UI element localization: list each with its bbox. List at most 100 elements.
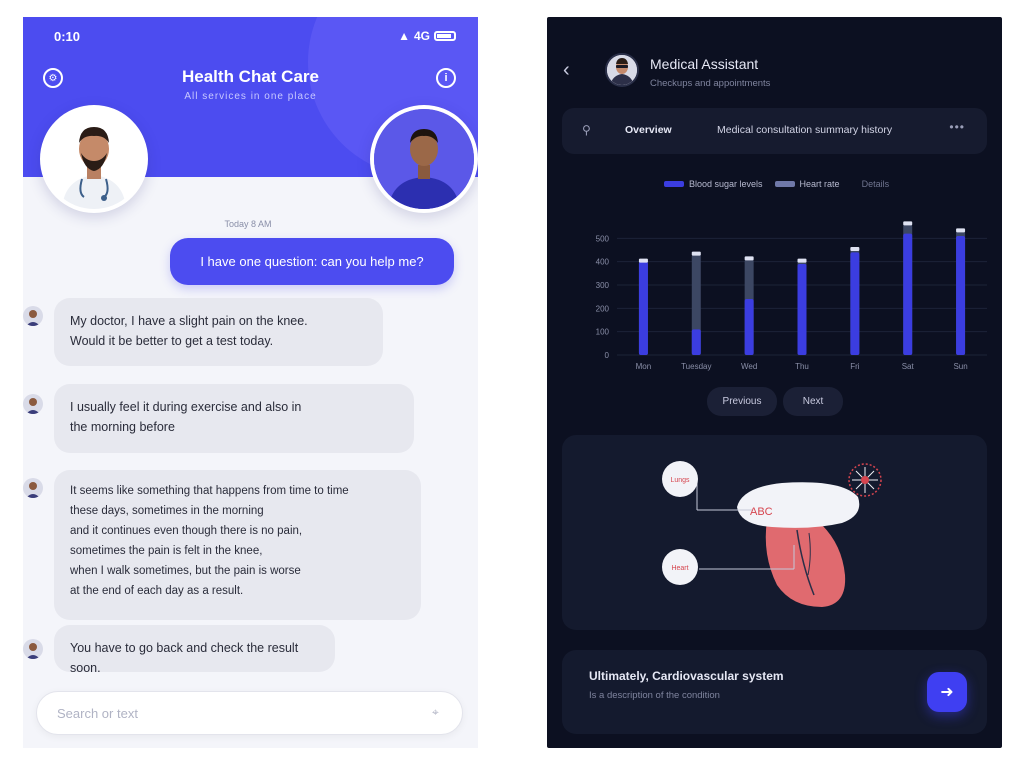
incoming-message[interactable]: My doctor, I have a slight pain on the k… <box>54 298 383 366</box>
avatar-icon <box>23 394 43 414</box>
message-line: when I walk sometimes, but the pain is w… <box>70 565 301 577</box>
avatar-icon <box>23 478 43 498</box>
message-avatar <box>23 478 43 498</box>
tab-bar: ⚲ Overview Medical consultation summary … <box>562 108 987 154</box>
incoming-message[interactable]: You have to go back and check the result… <box>54 625 335 675</box>
message-line: It seems like something that happens fro… <box>70 485 349 497</box>
legend-label: Heart rate <box>799 179 840 189</box>
message-avatar <box>23 394 43 414</box>
incoming-message[interactable]: It seems like something that happens fro… <box>54 470 421 620</box>
anatomy-center-label: ABC <box>750 506 773 518</box>
message-avatar <box>23 639 43 659</box>
send-icon[interactable]: ⌖ <box>432 705 448 721</box>
patient-avatar[interactable] <box>370 105 478 213</box>
x-tick-label: Thu <box>795 362 809 371</box>
avatar-icon <box>23 306 43 326</box>
x-tick-label: Tuesday <box>681 362 711 371</box>
bar-blood-sugar <box>744 299 754 355</box>
anatomy-card: ABC Lungs Heart <box>562 435 987 630</box>
summary-subtitle: Is a description of the condition <box>589 690 720 701</box>
bar-blood-sugar <box>903 233 913 355</box>
bar-blood-sugar <box>691 329 701 355</box>
message-avatar <box>23 306 43 326</box>
y-tick-label: 300 <box>596 281 610 290</box>
chart-legend: Blood sugar levels Heart rate Details <box>664 178 889 190</box>
message-input-bar[interactable]: ⌖ <box>36 691 463 735</box>
legend-label: Blood sugar levels <box>689 179 763 189</box>
legend-item[interactable]: Blood sugar levels <box>664 179 763 189</box>
message-line: Would it be better to get a test today. <box>70 334 274 348</box>
legend-swatch <box>664 181 684 187</box>
status-time: 0:10 <box>54 29 81 44</box>
x-tick-label: Sat <box>902 362 915 371</box>
filter-icon[interactable]: ⚲ <box>582 123 591 137</box>
tab-overview[interactable]: Overview <box>625 124 672 136</box>
y-tick-label: 0 <box>605 351 610 360</box>
bar-cap <box>903 221 913 226</box>
heart-label: Heart <box>671 565 688 572</box>
avatar-icon <box>23 639 43 659</box>
anatomy-illustration: ABC Lungs Heart <box>662 461 882 607</box>
lungs-label: Lungs <box>670 477 690 484</box>
x-tick-label: Mon <box>636 362 652 371</box>
contact-illustration <box>607 55 637 85</box>
summary-title: Ultimately, Cardiovascular system <box>589 669 784 683</box>
doctor-avatar[interactable] <box>40 105 148 213</box>
back-chevron-icon[interactable]: ‹ <box>563 59 570 82</box>
signal-icon: ▲ <box>398 29 410 43</box>
date-label: Today 8 AM <box>224 219 272 229</box>
y-tick-label: 500 <box>596 234 610 243</box>
previous-button[interactable]: Previous <box>707 387 777 416</box>
outgoing-message[interactable]: I have one question: can you help me? <box>170 238 454 285</box>
x-tick-label: Fri <box>850 362 860 371</box>
legend-item[interactable]: Heart rate <box>774 179 840 189</box>
bar-cap <box>691 251 701 256</box>
next-button[interactable]: Next <box>783 387 843 416</box>
legend-swatch <box>774 181 795 187</box>
message-line: You have to go back and check the result… <box>70 641 299 675</box>
contact-subtitle: Checkups and appointments <box>650 78 771 89</box>
message-line: at the end of each day as a result. <box>70 585 244 597</box>
more-icon[interactable]: ••• <box>949 120 965 134</box>
bar-cap <box>956 228 966 233</box>
y-tick-label: 100 <box>596 328 610 337</box>
message-line: sometimes the pain is felt in the knee, <box>70 545 263 557</box>
contact-name: Medical Assistant <box>650 56 759 72</box>
patient-illustration <box>374 109 474 209</box>
network-label: 4G <box>413 29 430 43</box>
bar-cap <box>638 258 648 263</box>
arrow-icon: ➜ <box>940 684 954 701</box>
message-line: My doctor, I have a slight pain on the k… <box>70 314 308 328</box>
message-line: I usually feel it during exercise and al… <box>70 400 302 414</box>
bar-cap <box>850 247 860 251</box>
summary-card[interactable]: Ultimately, Cardiovascular system Is a d… <box>562 650 987 734</box>
open-button[interactable]: ➜ <box>927 672 967 712</box>
legend-extra[interactable]: Details <box>862 179 890 189</box>
x-tick-label: Sun <box>953 362 967 371</box>
header-subtitle: All services in one place <box>184 91 317 102</box>
info-icon[interactable]: i <box>436 68 456 88</box>
bar-chart: 500 400 300 200 100 0 Mon Tuesday Wed Thu Fri Sat Su… <box>596 221 987 371</box>
dashboard-screen: ‹ Medical Assistant Checkups and appoint… <box>547 17 1002 748</box>
header-title: Health Chat Care <box>182 67 319 86</box>
bar-blood-sugar <box>956 236 966 355</box>
x-tick-label: Wed <box>741 362 757 371</box>
bar-blood-sugar <box>797 264 807 355</box>
message-line: and it continues even though there is no… <box>70 525 303 537</box>
bar-blood-sugar <box>850 252 860 355</box>
y-tick-label: 400 <box>596 258 610 267</box>
battery-icon <box>434 31 456 41</box>
tab-title[interactable]: Medical consultation summary history <box>717 124 892 136</box>
incoming-message[interactable]: I usually feel it during exercise and al… <box>54 384 414 453</box>
y-tick-label: 200 <box>596 304 610 313</box>
doctor-illustration <box>44 109 144 209</box>
chat-screen: 0:10 ▲ 4G ⚙ Health Chat Care All service… <box>23 17 478 748</box>
message-line: these days, sometimes in the morning <box>70 505 264 517</box>
message-line: the morning before <box>70 420 175 434</box>
contact-avatar[interactable] <box>605 53 639 87</box>
status-bar-right: ▲ 4G <box>398 29 456 43</box>
bar-cap <box>744 256 754 261</box>
bar-blood-sugar <box>638 261 648 355</box>
message-input[interactable] <box>57 692 417 734</box>
bar-cap <box>797 258 807 263</box>
